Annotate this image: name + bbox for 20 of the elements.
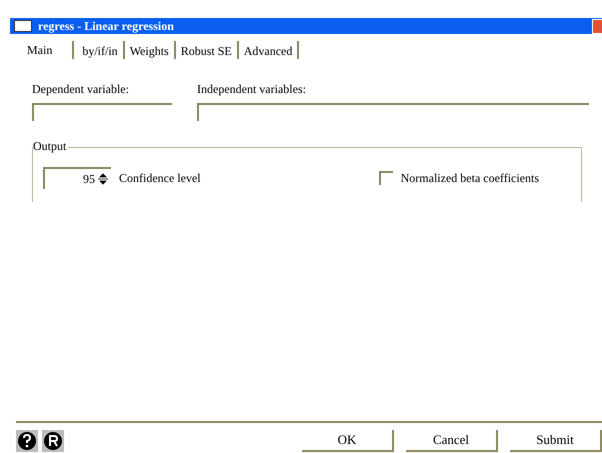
reset-icon[interactable] [42, 430, 64, 452]
confidence-spinner[interactable]: 95 [43, 167, 111, 189]
field-label: Dependent variable: [32, 82, 130, 97]
field-label: Independent variables: [197, 82, 307, 97]
dialog-button[interactable]: Cancel [406, 430, 498, 452]
tab[interactable]: Robust SE [176, 41, 239, 59]
tab[interactable]: by/if/in [77, 41, 125, 59]
checkbox[interactable] [378, 171, 393, 185]
dialog-button[interactable]: Submit [510, 430, 602, 452]
help-icon[interactable] [16, 430, 38, 452]
checkbox-label: Normalized beta coefficients [400, 170, 540, 186]
close-button[interactable] [592, 18, 602, 34]
window-title: regress - Linear regression [38, 18, 174, 34]
tab[interactable]: Advanced [238, 41, 300, 59]
confidence-label: Confidence level [119, 170, 201, 186]
tab[interactable]: Main [22, 42, 58, 58]
tab[interactable]: Weights [124, 41, 176, 59]
dialog-button[interactable]: OK [302, 430, 394, 452]
group-title: Output [33, 139, 68, 154]
window-icon [14, 20, 32, 32]
